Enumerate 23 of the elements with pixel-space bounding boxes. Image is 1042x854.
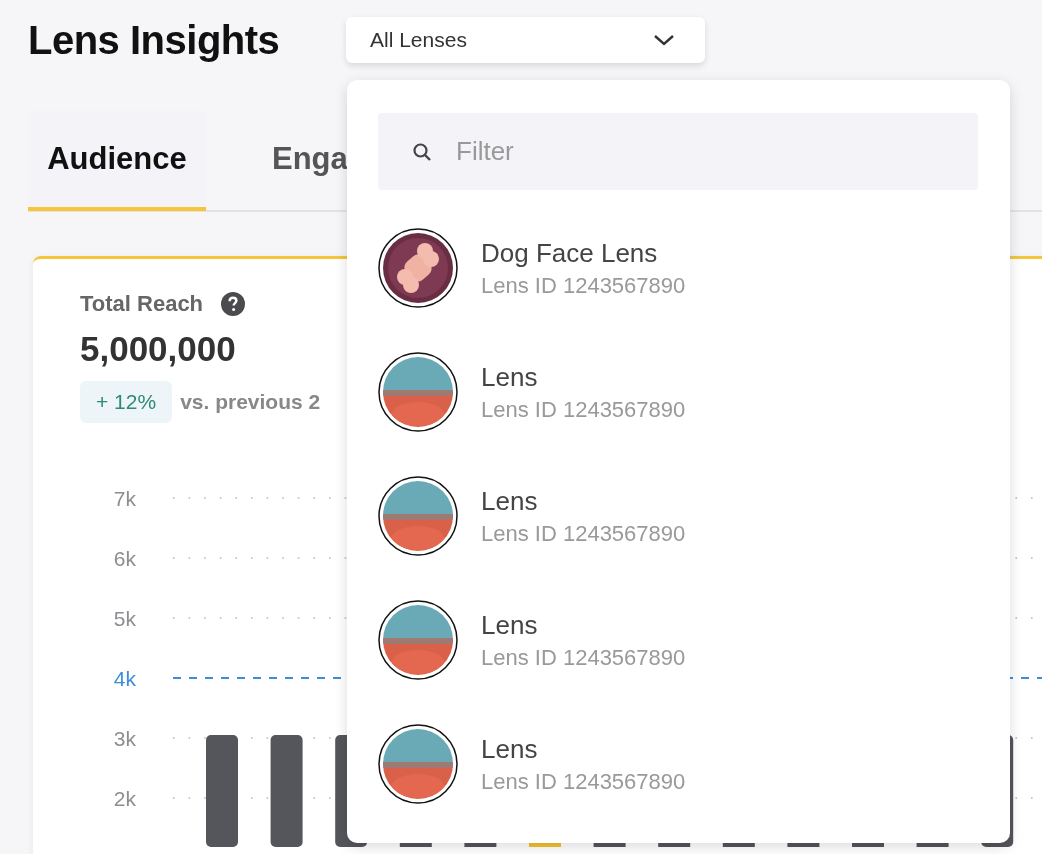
axis-label: 3k [113,727,136,750]
lens-item[interactable]: Dog Face Lens Lens ID 1243567890 [378,206,979,330]
axis-label: 6k [113,547,136,570]
change-badge: + 12% [80,381,173,423]
filter-field[interactable]: Filter [378,113,978,190]
lens-item[interactable]: Lens Lens ID 1243567890 [378,454,979,578]
lens-select[interactable]: All Lenses [346,17,705,63]
axis-label: 2k [113,787,136,810]
axis-label: 4k [113,667,136,690]
axis-label: 5k [113,607,136,630]
metric-label: Total Reach [80,291,204,317]
metric-value: 5,000,000 [80,329,237,369]
chevron-icon [653,33,675,47]
lens-item[interactable]: Lens Lens ID 1243567890 [378,330,979,454]
lens-item[interactable]: Lens Lens ID 1243567890 [378,702,979,826]
help-icon[interactable] [221,292,246,316]
filter-input[interactable]: Filter [454,135,858,168]
page-title: Lens Insights [28,17,281,63]
search-icon [412,141,432,162]
lens-item[interactable]: Lens Lens ID 1243567890 [378,578,979,702]
axis-label: 7k [113,487,136,510]
comparison-text: vs. previous 2 [180,390,321,414]
tab[interactable]: Enga [254,111,366,211]
